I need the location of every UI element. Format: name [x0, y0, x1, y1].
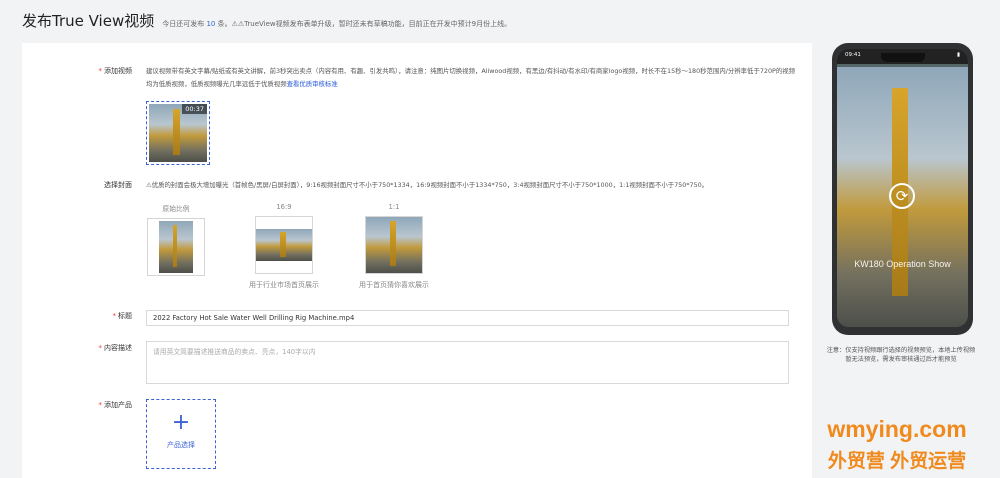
- preview-note: 注意：仅支持视频跟行选择的视频预览，本地上传视频暂无法预览，需发布审核通过后才能…: [826, 347, 976, 363]
- video-hint-text: 建议视频带有英文字幕/贴纸或有英文讲解，前3秒突出卖点（内容有用、有趣、引发共鸣…: [146, 67, 796, 88]
- cover-usage-note: 用于行业市场首页展示: [249, 281, 319, 289]
- phone-preview: 09:41 ▮ ⟳ KW180 Operation Show: [832, 43, 973, 335]
- cover-ratio-label: 1:1: [388, 203, 400, 211]
- description-label: * 内容描述: [98, 344, 133, 352]
- cover-option-original[interactable]: 原始比例: [144, 203, 208, 276]
- quota-prefix: 今日还可发布: [162, 20, 205, 28]
- title-label: * 标题: [112, 312, 133, 320]
- battery-icon: ▮: [956, 52, 960, 58]
- cover-image: [256, 229, 312, 261]
- title-input[interactable]: 2022 Factory Hot Sale Water Well Drillin…: [146, 310, 789, 326]
- publish-quota-notice: 今日还可发布 10 条。⚠⚠TrueView视频发布表单升级，暂时还未有草稿功能…: [162, 19, 511, 29]
- product-label: * 添加产品: [98, 401, 133, 409]
- video-label: * 添加视频: [98, 67, 133, 75]
- description-textarea[interactable]: 请用英文简要描述推送商品的卖点、亮点，140字以内: [146, 341, 789, 384]
- phone-notch: [880, 53, 925, 62]
- cover-image: [159, 221, 193, 273]
- cover-usage-note: 用于首页猜你喜欢展示: [359, 281, 429, 289]
- video-caption: KW180 Operation Show: [854, 259, 951, 269]
- phone-time: 09:41: [845, 52, 861, 58]
- quota-suffix: 条。⚠⚠TrueView视频发布表单升级，暂时还未有草稿功能，目前正在开发中预计…: [217, 20, 512, 28]
- cover-ratio-label: 16:9: [276, 203, 292, 211]
- phone-screen: 09:41 ▮ ⟳ KW180 Operation Show: [837, 49, 968, 327]
- cover-option-1-1[interactable]: 1:1 用于首页猜你喜欢展示: [342, 203, 446, 290]
- plus-icon: +: [171, 410, 191, 435]
- product-label-text: 添加产品: [104, 401, 132, 409]
- quota-count: 10: [206, 20, 216, 28]
- title-label-text: 标题: [118, 312, 132, 320]
- replay-icon[interactable]: ⟳: [889, 183, 915, 209]
- page-title: 发布True View视频: [22, 12, 155, 30]
- cover-label: 选择封面: [42, 180, 132, 190]
- quality-standard-link[interactable]: 查看优质审核标准: [287, 80, 338, 88]
- video-hint: 建议视频带有英文字幕/贴纸或有英文讲解，前3秒突出卖点（内容有用、有趣、引发共鸣…: [146, 65, 796, 91]
- select-product-label: 产品选择: [167, 441, 195, 449]
- watermark-slogan: 外贸营 外贸运营: [827, 451, 967, 472]
- cover-label-text: 选择封面: [104, 181, 132, 189]
- video-label-text: 添加视频: [104, 67, 132, 75]
- uploaded-video-thumbnail[interactable]: 00:37: [146, 101, 210, 165]
- publish-form-card: * 添加视频 建议视频带有英文字幕/贴纸或有英文讲解，前3秒突出卖点（内容有用、有…: [22, 43, 812, 478]
- watermark-domain: wmying.com: [827, 416, 967, 442]
- cover-image: [366, 217, 422, 273]
- page-header: 发布True View视频 今日还可发布 10 条。⚠⚠TrueView视频发布…: [22, 10, 511, 36]
- description-label-text: 内容描述: [104, 344, 132, 352]
- cover-hint: ⚠优质的封面会极大增加曝光（首帧色/黑屏/白屏封面），9:16视频封面尺寸不小于…: [146, 181, 709, 189]
- select-product-button[interactable]: + 产品选择: [146, 399, 216, 469]
- video-duration: 00:37: [182, 104, 207, 114]
- cover-option-16-9[interactable]: 16:9 用于行业市场首页展示: [232, 203, 336, 290]
- cover-ratio-label: 原始比例: [162, 205, 190, 213]
